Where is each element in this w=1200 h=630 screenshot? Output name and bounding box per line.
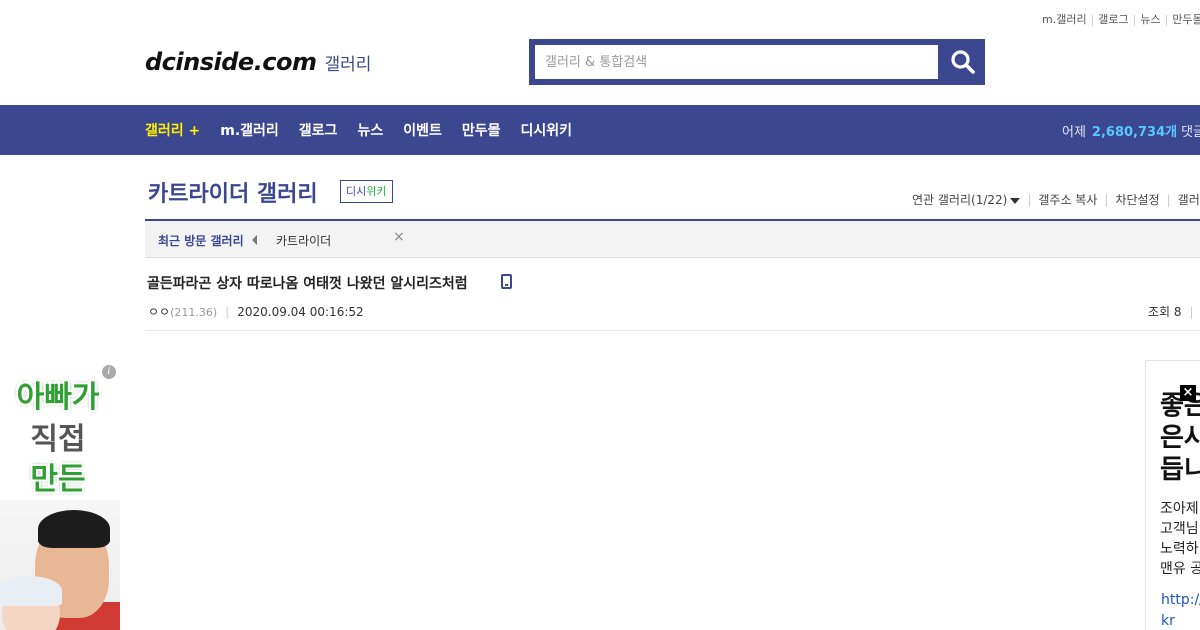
separator: | — [225, 305, 230, 319]
related-gallery-dropdown[interactable]: 연관 갤러리(1/22) — [912, 193, 1021, 207]
search-icon — [950, 50, 975, 74]
wiki-suffix: 위키 — [366, 185, 387, 198]
post-author-ip: (211.36) — [170, 306, 218, 319]
separator: | — [1132, 13, 1137, 26]
ad-heading-3: 듭니 — [1160, 455, 1200, 485]
nav-item-mgallery[interactable]: m.갤러리 — [220, 120, 279, 140]
ad-link-1[interactable]: http://w — [1161, 592, 1200, 608]
gallery-title[interactable]: 카트라이더 갤러리 — [148, 176, 318, 208]
post-title: 골든파라곤 상자 따로나옴 여태껏 나왔던 알시리즈처럼 — [147, 276, 468, 292]
post-views-count: 조회 8 — [1148, 305, 1182, 319]
ad-body-3: 노력하 — [1160, 541, 1199, 557]
post-views: 조회 8 | — [1148, 303, 1194, 320]
top-link-mgallery[interactable]: m.갤러리 — [1042, 13, 1087, 26]
nav-item-dcwiki[interactable]: 디시위키 — [520, 120, 572, 140]
search-bar — [529, 39, 985, 85]
ad-text-line1: 아빠가 — [16, 380, 100, 415]
search-button[interactable] — [940, 39, 985, 85]
top-link-gallog[interactable]: 갤로그 — [1098, 13, 1128, 26]
separator: | — [1189, 305, 1194, 319]
recent-item-kartrider[interactable]: 카트라이더 — [276, 232, 331, 249]
gallery-info-button[interactable]: 갤러리 — [1178, 193, 1200, 207]
arrow-left-icon[interactable] — [252, 235, 257, 245]
left-ad-banner[interactable]: i 아빠가 직접 만든 — [0, 362, 120, 630]
nav-stats: 어제 2,680,734개 댓글 — [1062, 105, 1200, 155]
mobile-icon — [501, 274, 512, 289]
main-nav: 갤러리 + m.갤러리 갤로그 뉴스 이벤트 만두몰 디시위키 어제 2,680… — [0, 105, 1200, 155]
ad-photo-baby-hat — [0, 576, 62, 606]
ad-link-2[interactable]: kr — [1161, 613, 1175, 629]
right-ad-banner[interactable]: 좋은 은사 듭니 × 조아제 고객님 노력하 맨유 공 http://w kr — [1145, 360, 1200, 630]
copy-gallery-address-button[interactable]: 갤주소 복사 — [1038, 193, 1097, 207]
dcwiki-button[interactable]: 디시위키 — [340, 180, 393, 203]
ad-body-2: 고객님 — [1160, 521, 1199, 537]
logo-wordmark: dcinside.com — [145, 48, 317, 76]
nav-item-event[interactable]: 이벤트 — [403, 120, 442, 140]
nav-item-gallery[interactable]: 갤러리 + — [145, 120, 200, 140]
nav-items: 갤러리 + m.갤러리 갤로그 뉴스 이벤트 만두몰 디시위키 — [145, 105, 592, 155]
gallery-options: 연관 갤러리(1/22) | 갤주소 복사 | 차단설정 | 갤러리 — [912, 191, 1200, 208]
nav-item-gallog[interactable]: 갤로그 — [299, 120, 338, 140]
ad-text-line3: 만든 — [30, 462, 86, 497]
chevron-down-icon — [1010, 197, 1021, 204]
close-icon[interactable]: × — [393, 229, 405, 245]
block-settings-button[interactable]: 차단설정 — [1115, 193, 1159, 207]
site-logo[interactable]: dcinside.com 갤러리 — [145, 48, 371, 76]
search-input[interactable] — [535, 45, 938, 79]
separator: | — [1166, 193, 1171, 207]
top-link-news[interactable]: 뉴스 — [1140, 13, 1160, 26]
ad-body-1: 조아제 — [1160, 501, 1199, 517]
post-author[interactable]: ㅇㅇ — [148, 305, 170, 319]
separator: | — [1104, 193, 1109, 207]
recent-visits-label[interactable]: 최근 방문 갤러리 — [158, 232, 244, 249]
ad-photo-adult-hair — [38, 510, 110, 548]
recent-visits-bar: 최근 방문 갤러리 카트라이더 × — [145, 219, 1200, 258]
related-gallery-label: 연관 갤러리(1/22) — [912, 193, 1008, 207]
logo-subtitle: 갤러리 — [324, 55, 372, 75]
separator: | — [1027, 193, 1032, 207]
close-icon[interactable]: × — [1180, 385, 1196, 401]
stats-value: 2,680,734개 — [1091, 124, 1178, 140]
post-datetime: 2020.09.04 00:16:52 — [237, 305, 364, 319]
stats-suffix: 댓글 — [1181, 124, 1200, 140]
top-link-mandumall[interactable]: 만두몰 — [1172, 13, 1200, 26]
ad-text-line2: 직접 — [30, 422, 86, 457]
nav-item-news[interactable]: 뉴스 — [357, 120, 383, 140]
top-utility-links: m.갤러리 | 갤로그 | 뉴스 | 만두몰 — [1042, 11, 1200, 27]
separator: | — [1164, 13, 1169, 26]
separator: | — [1090, 13, 1095, 26]
ad-body-4: 맨유 공 — [1160, 561, 1200, 577]
divider — [145, 330, 1200, 331]
post-meta: ㅇㅇ(211.36) | 2020.09.04 00:16:52 — [148, 303, 364, 320]
nav-item-mandumall[interactable]: 만두몰 — [462, 120, 501, 140]
stats-label: 어제 — [1062, 124, 1086, 140]
wiki-prefix: 디시 — [346, 185, 367, 198]
